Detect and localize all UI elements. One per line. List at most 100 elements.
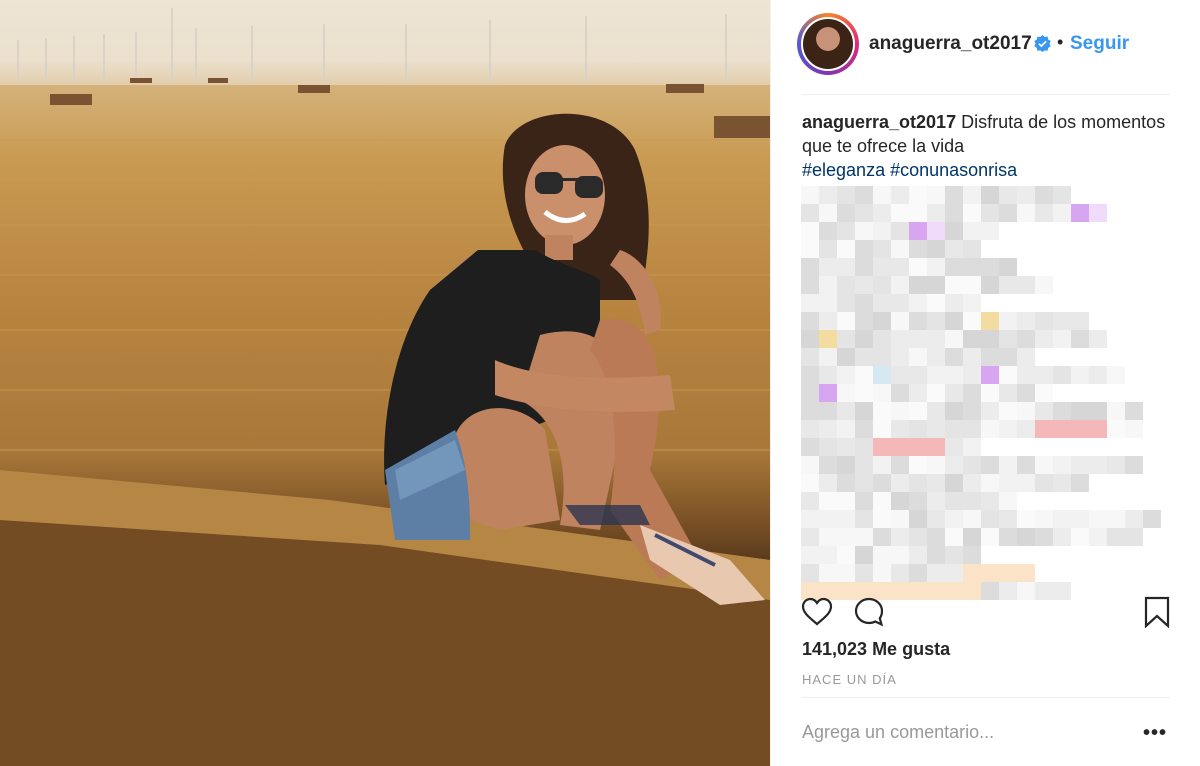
mosaic-cell: [963, 438, 981, 456]
mosaic-cell: [945, 384, 963, 402]
post-timestamp[interactable]: HACE UN DÍA: [802, 672, 897, 687]
mosaic-cell: [909, 276, 927, 294]
mosaic-cell: [1035, 402, 1053, 420]
mosaic-cell: [1125, 186, 1143, 204]
mosaic-cell: [1089, 330, 1107, 348]
mosaic-cell: [1089, 528, 1107, 546]
mosaic-cell: [1089, 456, 1107, 474]
mosaic-cell: [927, 258, 945, 276]
mosaic-cell: [1071, 420, 1089, 438]
mosaic-cell: [891, 384, 909, 402]
mosaic-cell: [927, 564, 945, 582]
caption-username[interactable]: anaguerra_ot2017: [802, 112, 956, 132]
mosaic-cell: [1161, 492, 1179, 510]
mosaic-cell: [1143, 510, 1161, 528]
bookmark-icon[interactable]: [1141, 596, 1173, 628]
mosaic-cell: [801, 384, 819, 402]
comment-input[interactable]: [802, 722, 1132, 743]
mosaic-cell: [855, 510, 873, 528]
mosaic-cell: [1035, 438, 1053, 456]
mosaic-cell: [891, 564, 909, 582]
more-options-button[interactable]: •••: [1143, 722, 1167, 745]
mosaic-cell: [1143, 438, 1161, 456]
mosaic-cell: [1053, 312, 1071, 330]
mosaic-cell: [1017, 240, 1035, 258]
mosaic-cell: [801, 474, 819, 492]
mosaic-cell: [1125, 240, 1143, 258]
mosaic-cell: [945, 420, 963, 438]
instagram-post: anaguerra_ot2017 • Seguir anaguerra_ot20…: [0, 0, 1200, 766]
follow-button[interactable]: Seguir: [1070, 33, 1129, 55]
mosaic-cell: [819, 564, 837, 582]
mosaic-cell: [1053, 366, 1071, 384]
mosaic-cell: [837, 276, 855, 294]
mosaic-cell: [1125, 294, 1143, 312]
mosaic-cell: [927, 366, 945, 384]
mosaic-cell: [1089, 510, 1107, 528]
mosaic-cell: [819, 330, 837, 348]
mosaic-cell: [1071, 402, 1089, 420]
speech-bubble-icon[interactable]: [853, 596, 885, 628]
comment-divider: [801, 697, 1171, 698]
mosaic-cell: [1161, 510, 1179, 528]
mosaic-cell: [855, 366, 873, 384]
mosaic-cell: [873, 402, 891, 420]
mosaic-cell: [1143, 456, 1161, 474]
mosaic-cell: [873, 330, 891, 348]
post-photo[interactable]: [0, 0, 770, 766]
mosaic-cell: [1089, 546, 1107, 564]
mosaic-cell: [909, 528, 927, 546]
hashtag-conunasonrisa[interactable]: #conunasonrisa: [890, 160, 1017, 180]
mosaic-cell: [909, 204, 927, 222]
mosaic-cell: [873, 474, 891, 492]
mosaic-cell: [819, 240, 837, 258]
mosaic-cell: [981, 186, 999, 204]
mosaic-cell: [981, 492, 999, 510]
mosaic-cell: [981, 366, 999, 384]
hashtag-eleganza[interactable]: #eleganza: [802, 160, 885, 180]
mosaic-cell: [1089, 186, 1107, 204]
mosaic-cell: [855, 438, 873, 456]
mosaic-cell: [963, 366, 981, 384]
mosaic-cell: [1071, 384, 1089, 402]
mosaic-cell: [891, 204, 909, 222]
mosaic-cell: [963, 384, 981, 402]
post-photo-illustration: [0, 0, 770, 766]
mosaic-cell: [999, 222, 1017, 240]
mosaic-cell: [1053, 564, 1071, 582]
username-link[interactable]: anaguerra_ot2017: [869, 33, 1032, 55]
mosaic-cell: [1125, 510, 1143, 528]
mosaic-cell: [1161, 564, 1179, 582]
mosaic-cell: [1107, 456, 1125, 474]
mosaic-cell: [945, 366, 963, 384]
mosaic-cell: [801, 222, 819, 240]
mosaic-cell: [1125, 564, 1143, 582]
mosaic-cell: [981, 420, 999, 438]
mosaic-cell: [801, 312, 819, 330]
mosaic-cell: [891, 492, 909, 510]
mosaic-cell: [1107, 366, 1125, 384]
mosaic-cell: [927, 420, 945, 438]
avatar[interactable]: [797, 13, 859, 75]
mosaic-cell: [1143, 402, 1161, 420]
mosaic-cell: [1071, 330, 1089, 348]
mosaic-cell: [999, 348, 1017, 366]
mosaic-cell: [855, 384, 873, 402]
mosaic-cell: [1161, 402, 1179, 420]
mosaic-cell: [963, 420, 981, 438]
heart-icon[interactable]: [801, 596, 833, 628]
header-divider: [801, 94, 1171, 95]
mosaic-cell: [1071, 294, 1089, 312]
mosaic-cell: [1107, 420, 1125, 438]
mosaic-cell: [1107, 330, 1125, 348]
mosaic-cell: [891, 456, 909, 474]
mosaic-cell: [1053, 420, 1071, 438]
mosaic-cell: [927, 402, 945, 420]
mosaic-cell: [801, 420, 819, 438]
mosaic-cell: [1017, 294, 1035, 312]
mosaic-cell: [909, 492, 927, 510]
likes-count[interactable]: 141,023 Me gusta: [802, 639, 950, 660]
mosaic-cell: [927, 186, 945, 204]
mosaic-cell: [927, 528, 945, 546]
mosaic-cell: [837, 384, 855, 402]
